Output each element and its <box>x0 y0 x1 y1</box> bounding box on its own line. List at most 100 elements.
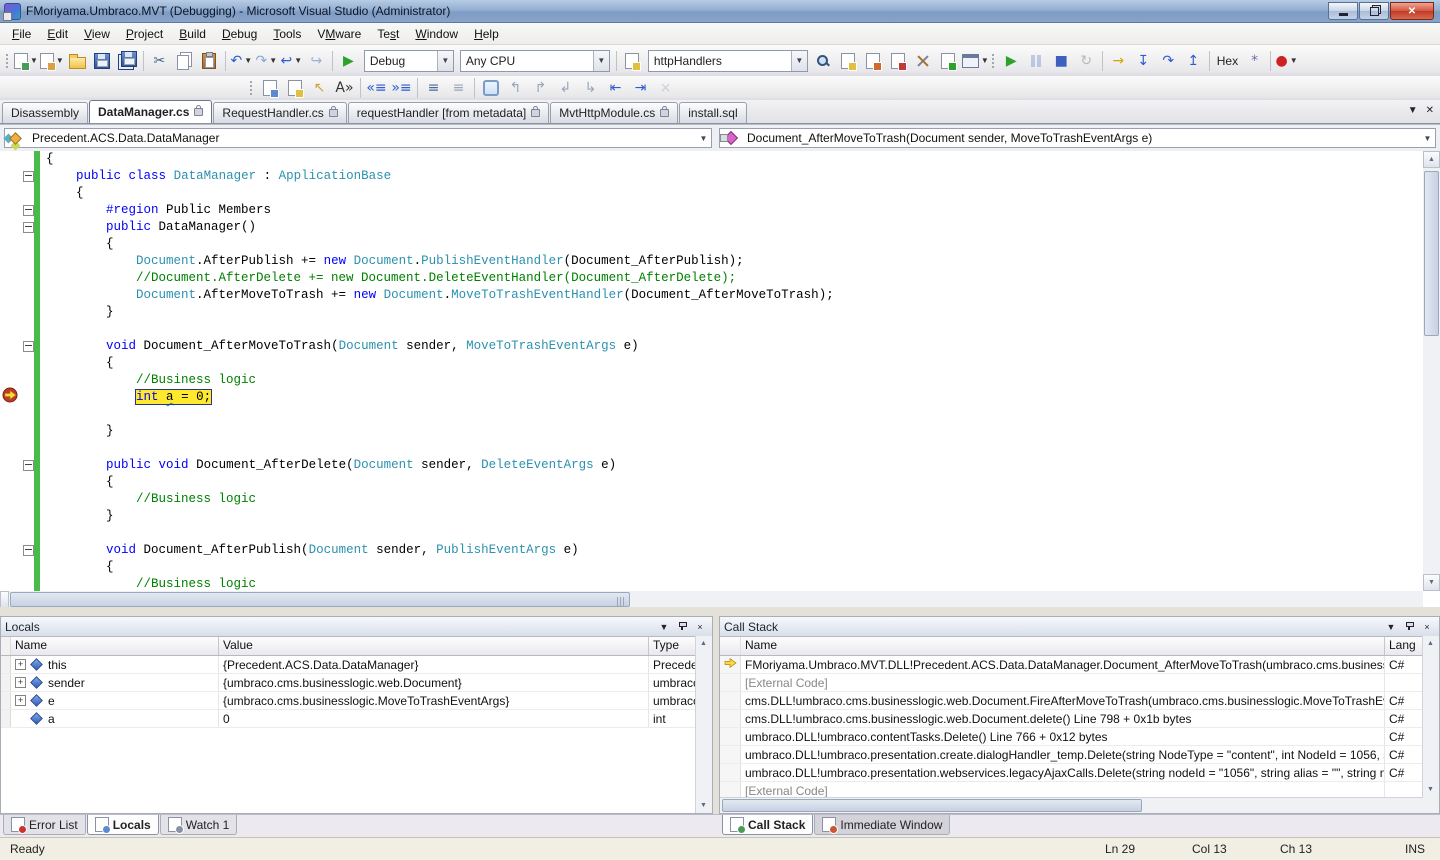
code-line[interactable]: } <box>0 304 1423 321</box>
bookmark-next-icon[interactable]: ↱ <box>529 77 552 99</box>
close-button[interactable]: ✕ <box>1390 2 1434 20</box>
code-line[interactable] <box>0 406 1423 423</box>
scroll-down-icon[interactable]: ▼ <box>1423 782 1438 797</box>
breakpoint-margin[interactable] <box>0 202 20 219</box>
call-stack-frame[interactable]: cms.DLL!umbraco.cms.businesslogic.web.Do… <box>720 710 1423 728</box>
locals-title-bar[interactable]: Locals ▼ × <box>1 617 712 637</box>
scrollbar-thumb[interactable] <box>1424 171 1439 336</box>
code-line[interactable]: Document.AfterMoveToTrash += new Documen… <box>0 287 1423 304</box>
toolbar-grip[interactable] <box>5 52 10 70</box>
locals-row[interactable]: +this{Precedent.ACS.Data.DataManager}Pre… <box>1 656 712 674</box>
breakpoint-margin[interactable] <box>0 525 20 542</box>
tool-tab-locals[interactable]: Locals <box>87 815 159 835</box>
tab-datamanager-cs[interactable]: DataManager.cs <box>89 100 212 123</box>
breakpoint-margin[interactable] <box>0 321 20 338</box>
column-header-lang[interactable]: Lang <box>1385 637 1423 655</box>
collapse-icon[interactable] <box>23 205 34 216</box>
code-line[interactable]: #region Public Members <box>0 202 1423 219</box>
outlining-margin[interactable] <box>20 423 46 440</box>
outlining-margin[interactable] <box>20 270 46 287</box>
close-icon[interactable]: × <box>692 620 708 634</box>
tab-requesthandler-from-metadata-[interactable]: requestHandler [from metadata] <box>348 102 549 123</box>
chevron-down-icon[interactable]: ▼ <box>593 51 609 71</box>
tool-tab-call-stack[interactable]: Call Stack <box>722 815 813 835</box>
code-line[interactable]: public void Document_AfterDelete(Documen… <box>0 457 1423 474</box>
call-stack-hscrollbar[interactable] <box>720 797 1423 813</box>
breakpoint-margin[interactable] <box>0 576 20 591</box>
chevron-down-icon[interactable]: ▼ <box>437 51 453 71</box>
call-stack-frame[interactable]: FMoriyama.Umbraco.MVT.DLL!Precedent.ACS.… <box>720 656 1423 674</box>
scroll-up-icon[interactable]: ▲ <box>1423 636 1438 651</box>
bookmark-prev-folder-icon[interactable]: ↲ <box>554 77 577 99</box>
undo-icon[interactable]: ↶▼ <box>230 50 253 72</box>
locals-row[interactable]: +sender{umbraco.cms.businesslogic.web.Do… <box>1 674 712 692</box>
bookmark-next-folder-icon[interactable]: ↳ <box>579 77 602 99</box>
bookmark-next-doc-icon[interactable]: ⇥ <box>629 77 652 99</box>
code-line[interactable]: void Document_AfterMoveToTrash(Document … <box>0 338 1423 355</box>
chevron-down-icon[interactable]: ▼ <box>791 51 807 71</box>
bookmark-prev-icon[interactable]: ↰ <box>504 77 527 99</box>
menu-item-vmware[interactable]: VMware <box>309 25 369 43</box>
breakpoint-margin[interactable] <box>0 508 20 525</box>
locals-row[interactable]: +e{umbraco.cms.businesslogic.MoveToTrash… <box>1 692 712 710</box>
outlining-margin[interactable] <box>20 406 46 423</box>
outlining-margin[interactable] <box>20 559 46 576</box>
collapse-icon[interactable] <box>23 545 34 556</box>
call-stack-vscrollbar[interactable]: ▲ ▼ <box>1422 636 1439 813</box>
pin-icon[interactable] <box>1401 620 1417 634</box>
outlining-margin[interactable] <box>20 219 46 236</box>
show-threads-icon[interactable]: * <box>1243 50 1266 72</box>
new-project-icon[interactable]: ▼ <box>14 50 38 72</box>
code-line[interactable] <box>0 525 1423 542</box>
code-line[interactable]: //Business logic <box>0 491 1423 508</box>
chevron-down-icon[interactable]: ▼ <box>981 56 989 65</box>
menu-item-project[interactable]: Project <box>118 25 171 43</box>
find-symbol-icon[interactable] <box>621 50 644 72</box>
call-stack-frame[interactable]: umbraco.DLL!umbraco.presentation.create.… <box>720 746 1423 764</box>
step-into-icon[interactable]: ↧ <box>1132 50 1155 72</box>
menu-item-tools[interactable]: Tools <box>265 25 309 43</box>
copy-icon[interactable] <box>173 50 196 72</box>
code-line[interactable]: { <box>0 185 1423 202</box>
redo-icon[interactable]: ↷▼ <box>255 50 278 72</box>
breakpoint-margin[interactable] <box>0 389 20 406</box>
pause-icon[interactable] <box>1025 50 1048 72</box>
stop-icon[interactable]: ■ <box>1050 50 1073 72</box>
expand-icon[interactable]: + <box>15 677 26 688</box>
outlining-margin[interactable] <box>20 389 46 406</box>
code-line[interactable]: public class DataManager : ApplicationBa… <box>0 168 1423 185</box>
scroll-up-icon[interactable]: ▲ <box>1423 151 1440 168</box>
type-dropdown[interactable]: Precedent.ACS.Data.DataManager ▼ <box>4 128 712 148</box>
breakpoint-margin[interactable] <box>0 474 20 491</box>
tool-tab-watch-1[interactable]: Watch 1 <box>160 815 238 835</box>
menu-item-edit[interactable]: Edit <box>39 25 76 43</box>
breakpoint-margin[interactable] <box>0 423 20 440</box>
tool-tab-immediate-window[interactable]: Immediate Window <box>814 815 950 835</box>
outlining-margin[interactable] <box>20 491 46 508</box>
breakpoint-margin[interactable] <box>0 185 20 202</box>
tab-mvthttpmodule-cs[interactable]: MvtHttpModule.cs <box>550 102 678 123</box>
chevron-down-icon[interactable]: ▼ <box>1420 129 1435 147</box>
horizontal-splitter[interactable] <box>0 607 1440 616</box>
chevron-down-icon[interactable]: ▼ <box>696 129 711 147</box>
outlining-margin[interactable] <box>20 185 46 202</box>
breakpoints-window-icon[interactable]: ●▼ <box>1275 50 1298 72</box>
tool-tab-error-list[interactable]: Error List <box>3 815 86 835</box>
outlining-margin[interactable] <box>20 168 46 185</box>
window-position-icon[interactable]: ▼ <box>1383 620 1399 634</box>
close-icon[interactable]: × <box>1419 620 1435 634</box>
chevron-down-icon[interactable]: ▼ <box>269 56 277 65</box>
console-icon[interactable]: ▼ <box>962 50 989 72</box>
column-header-name[interactable]: Name <box>11 637 219 655</box>
collapse-icon[interactable] <box>23 222 34 233</box>
outlining-margin[interactable] <box>20 287 46 304</box>
restore-button[interactable] <box>1359 2 1389 20</box>
breakpoint-margin[interactable] <box>0 168 20 185</box>
config-combo[interactable]: Debug▼ <box>364 50 454 72</box>
scrollbar-thumb[interactable] <box>722 799 1142 812</box>
minimize-button[interactable] <box>1328 2 1358 20</box>
scroll-down-icon[interactable]: ▼ <box>1423 574 1440 591</box>
outlining-margin[interactable] <box>20 372 46 389</box>
solution-explorer-icon[interactable] <box>862 50 885 72</box>
continue-icon[interactable]: ▶ <box>1000 50 1023 72</box>
